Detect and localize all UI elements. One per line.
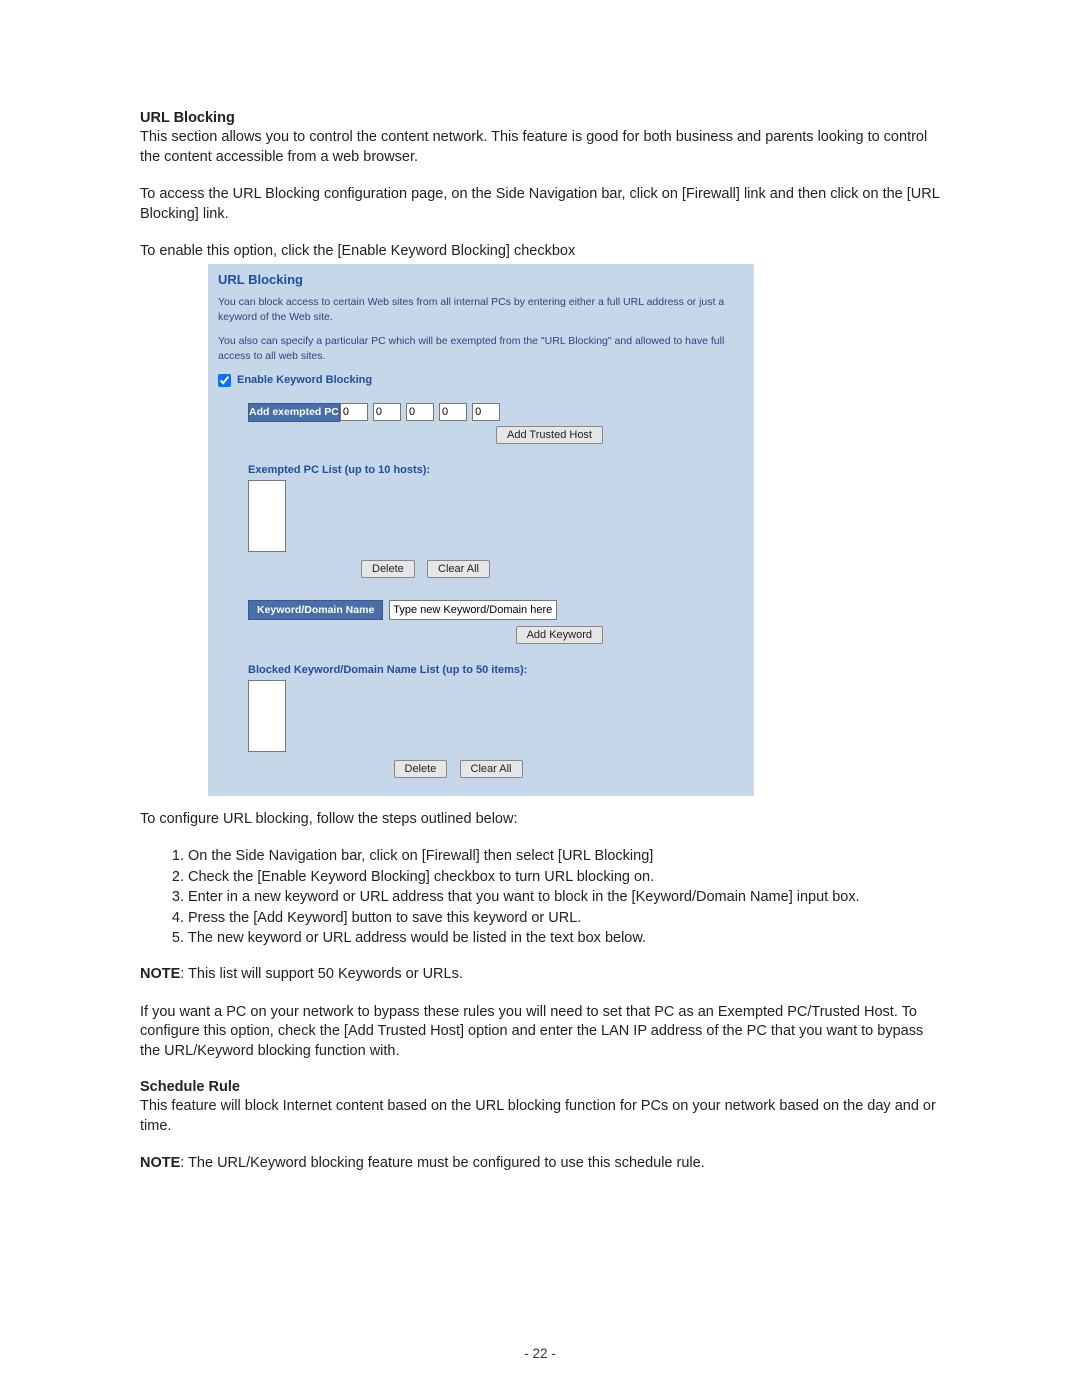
ip-octet-5[interactable] [472, 403, 500, 421]
keyword-domain-input[interactable] [389, 600, 557, 620]
add-keyword-button[interactable]: Add Keyword [516, 626, 603, 644]
enable-keyword-blocking-checkbox[interactable] [218, 374, 231, 387]
schedule-rule-paragraph: This feature will block Internet content… [140, 1097, 940, 1136]
note-schedule: NOTE: The URL/Keyword blocking feature m… [140, 1154, 940, 1174]
ip-octet-4[interactable] [439, 403, 467, 421]
page-number: - 22 - [0, 1346, 1080, 1361]
blocked-clearall-button[interactable]: Clear All [460, 760, 523, 778]
blocked-delete-button[interactable]: Delete [394, 760, 448, 778]
ip-octet-1[interactable] [340, 403, 368, 421]
trusted-host-paragraph: If you want a PC on your network to bypa… [140, 1003, 940, 1062]
steps-list: On the Side Navigation bar, click on [Fi… [188, 847, 940, 949]
note-text-1: : This list will support 50 Keywords or … [180, 966, 463, 982]
ip-octet-2[interactable] [373, 403, 401, 421]
step-3: Enter in a new keyword or URL address th… [188, 888, 940, 908]
section-title-schedule-rule: Schedule Rule [140, 1079, 940, 1095]
configure-intro: To configure URL blocking, follow the st… [140, 810, 940, 830]
add-exempted-label: Add exempted PC [249, 403, 340, 421]
blocked-keyword-listbox[interactable] [248, 680, 286, 752]
blocked-list-label: Blocked Keyword/Domain Name List (up to … [248, 664, 744, 676]
exempted-delete-button[interactable]: Delete [361, 560, 415, 578]
step-2: Check the [Enable Keyword Blocking] chec… [188, 868, 940, 888]
enable-keyword-blocking-label: Enable Keyword Blocking [237, 374, 372, 386]
step-4: Press the [Add Keyword] button to save t… [188, 909, 940, 929]
exempted-pc-listbox[interactable] [248, 480, 286, 552]
add-exempted-row: Add exempted PC [248, 403, 502, 422]
section-title-url-blocking: URL Blocking [140, 110, 940, 126]
note-text-2: : The URL/Keyword blocking feature must … [180, 1155, 704, 1171]
intro-paragraph-2: To access the URL Blocking configuration… [140, 185, 940, 224]
add-trusted-host-button[interactable]: Add Trusted Host [496, 426, 603, 444]
step-1: On the Side Navigation bar, click on [Fi… [188, 847, 940, 867]
intro-paragraph-3: To enable this option, click the [Enable… [140, 242, 940, 262]
exempted-list-label: Exempted PC List (up to 10 hosts): [248, 464, 744, 476]
intro-paragraph-1: This section allows you to control the c… [140, 128, 940, 167]
ip-octet-3[interactable] [406, 403, 434, 421]
note-label-2: NOTE [140, 1155, 180, 1171]
url-blocking-panel: URL Blocking You can block access to cer… [208, 264, 754, 796]
keyword-domain-row: Keyword/Domain Name [248, 600, 744, 620]
note-50-keywords: NOTE: This list will support 50 Keywords… [140, 965, 940, 985]
note-label-1: NOTE [140, 966, 180, 982]
panel-desc-1: You can block access to certain Web site… [218, 295, 744, 324]
panel-title: URL Blocking [218, 272, 744, 287]
keyword-domain-label: Keyword/Domain Name [248, 600, 383, 620]
panel-desc-2: You also can specify a particular PC whi… [218, 334, 744, 363]
exempted-clearall-button[interactable]: Clear All [427, 560, 490, 578]
enable-keyword-blocking-row: Enable Keyword Blocking [218, 374, 744, 387]
step-5: The new keyword or URL address would be … [188, 929, 940, 949]
